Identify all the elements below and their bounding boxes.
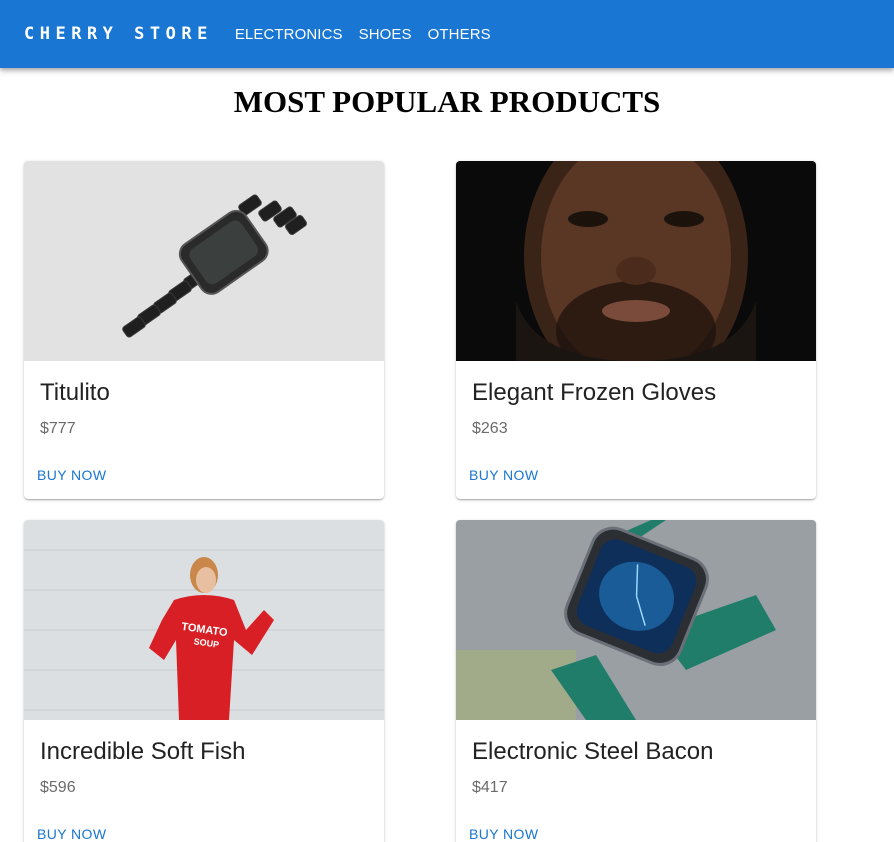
app-bar: CHERRY STORE ELECTRONICS SHOES OTHERS: [0, 0, 894, 68]
nav-link-electronics[interactable]: ELECTRONICS: [235, 26, 343, 43]
product-card: Titulito $777 BUY NOW: [24, 161, 384, 499]
buy-now-button[interactable]: BUY NOW: [37, 467, 106, 483]
product-image[interactable]: [24, 161, 384, 361]
product-image[interactable]: [456, 520, 816, 720]
buy-now-button[interactable]: BUY NOW: [469, 467, 538, 483]
nav-link-others[interactable]: OTHERS: [428, 26, 491, 43]
buy-now-button[interactable]: BUY NOW: [469, 826, 538, 842]
product-card: Elegant Frozen Gloves $263 BUY NOW: [456, 161, 816, 499]
product-name: Elegant Frozen Gloves: [472, 379, 717, 406]
brand-logo[interactable]: CHERRY STORE: [24, 24, 213, 44]
product-name: Electronic Steel Bacon: [472, 738, 714, 765]
product-name: Incredible Soft Fish: [40, 738, 246, 765]
product-image[interactable]: TOMATO SOUP: [24, 520, 384, 720]
product-image[interactable]: [456, 161, 816, 361]
page-title: MOST POPULAR PRODUCTS: [233, 84, 661, 119]
buy-now-button[interactable]: BUY NOW: [37, 826, 106, 842]
product-card: Electronic Steel Bacon $417 BUY NOW: [456, 520, 816, 842]
product-price: $263: [472, 420, 508, 437]
product-price: $777: [40, 420, 76, 437]
product-name: Titulito: [40, 379, 110, 406]
product-price: $417: [472, 779, 508, 796]
product-card: TOMATO SOUP Incredible Soft Fish $596 BU…: [24, 520, 384, 842]
product-price: $596: [40, 779, 76, 796]
nav-link-shoes[interactable]: SHOES: [359, 26, 412, 43]
